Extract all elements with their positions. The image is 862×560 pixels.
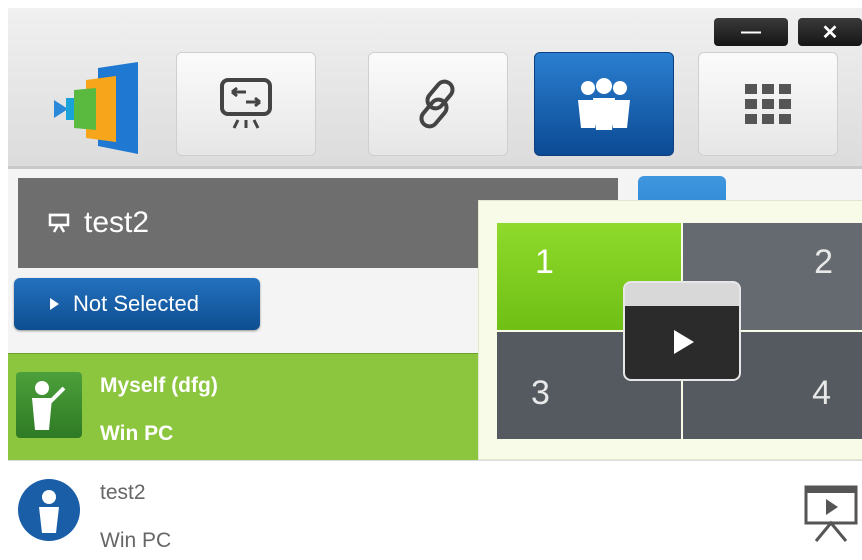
play-icon	[674, 330, 694, 354]
link-button[interactable]	[368, 52, 508, 156]
app-window: — ✕ test2 Not Selected Myself (dfg) Win …	[8, 8, 862, 560]
split-view-popup: 1 2 3 4	[478, 200, 862, 460]
grid-button[interactable]	[698, 52, 838, 156]
cell-number: 3	[531, 374, 550, 412]
cell-number: 4	[812, 374, 831, 412]
cell-number: 2	[814, 243, 833, 281]
avatar	[18, 479, 80, 541]
participant-name: Myself (dfg)	[100, 374, 218, 397]
presentation-icon	[48, 213, 70, 233]
cell-number: 1	[535, 243, 554, 281]
split-view-grid: 1 2 3 4	[497, 223, 862, 439]
screen-switch-icon	[220, 78, 272, 129]
not-selected-label: Not Selected	[73, 291, 199, 316]
not-selected-button[interactable]: Not Selected	[14, 278, 260, 330]
participant-device: Win PC	[100, 529, 172, 552]
minimize-button[interactable]: —	[714, 18, 788, 46]
participant-name: test2	[100, 481, 146, 504]
minimize-icon: —	[741, 20, 761, 43]
person-icon	[39, 490, 59, 533]
close-icon: ✕	[821, 21, 839, 44]
participant-device: Win PC	[100, 422, 174, 445]
close-button[interactable]: ✕	[798, 18, 862, 46]
session-title: test2	[84, 206, 150, 239]
participant-row-test2[interactable]: test2 Win PC	[8, 460, 862, 560]
toolbar: — ✕	[8, 8, 862, 169]
group-button[interactable]	[534, 52, 674, 156]
screen-switch-button[interactable]	[176, 52, 316, 156]
play-triangle-icon	[50, 298, 59, 310]
link-icon	[419, 79, 455, 129]
play-button[interactable]	[623, 281, 741, 381]
presenter-person-icon	[32, 381, 66, 430]
group-icon	[578, 78, 630, 130]
avatar	[16, 372, 82, 438]
present-screen-icon[interactable]	[802, 481, 862, 545]
grid-icon	[745, 84, 791, 124]
app-logo-icon	[54, 62, 138, 154]
